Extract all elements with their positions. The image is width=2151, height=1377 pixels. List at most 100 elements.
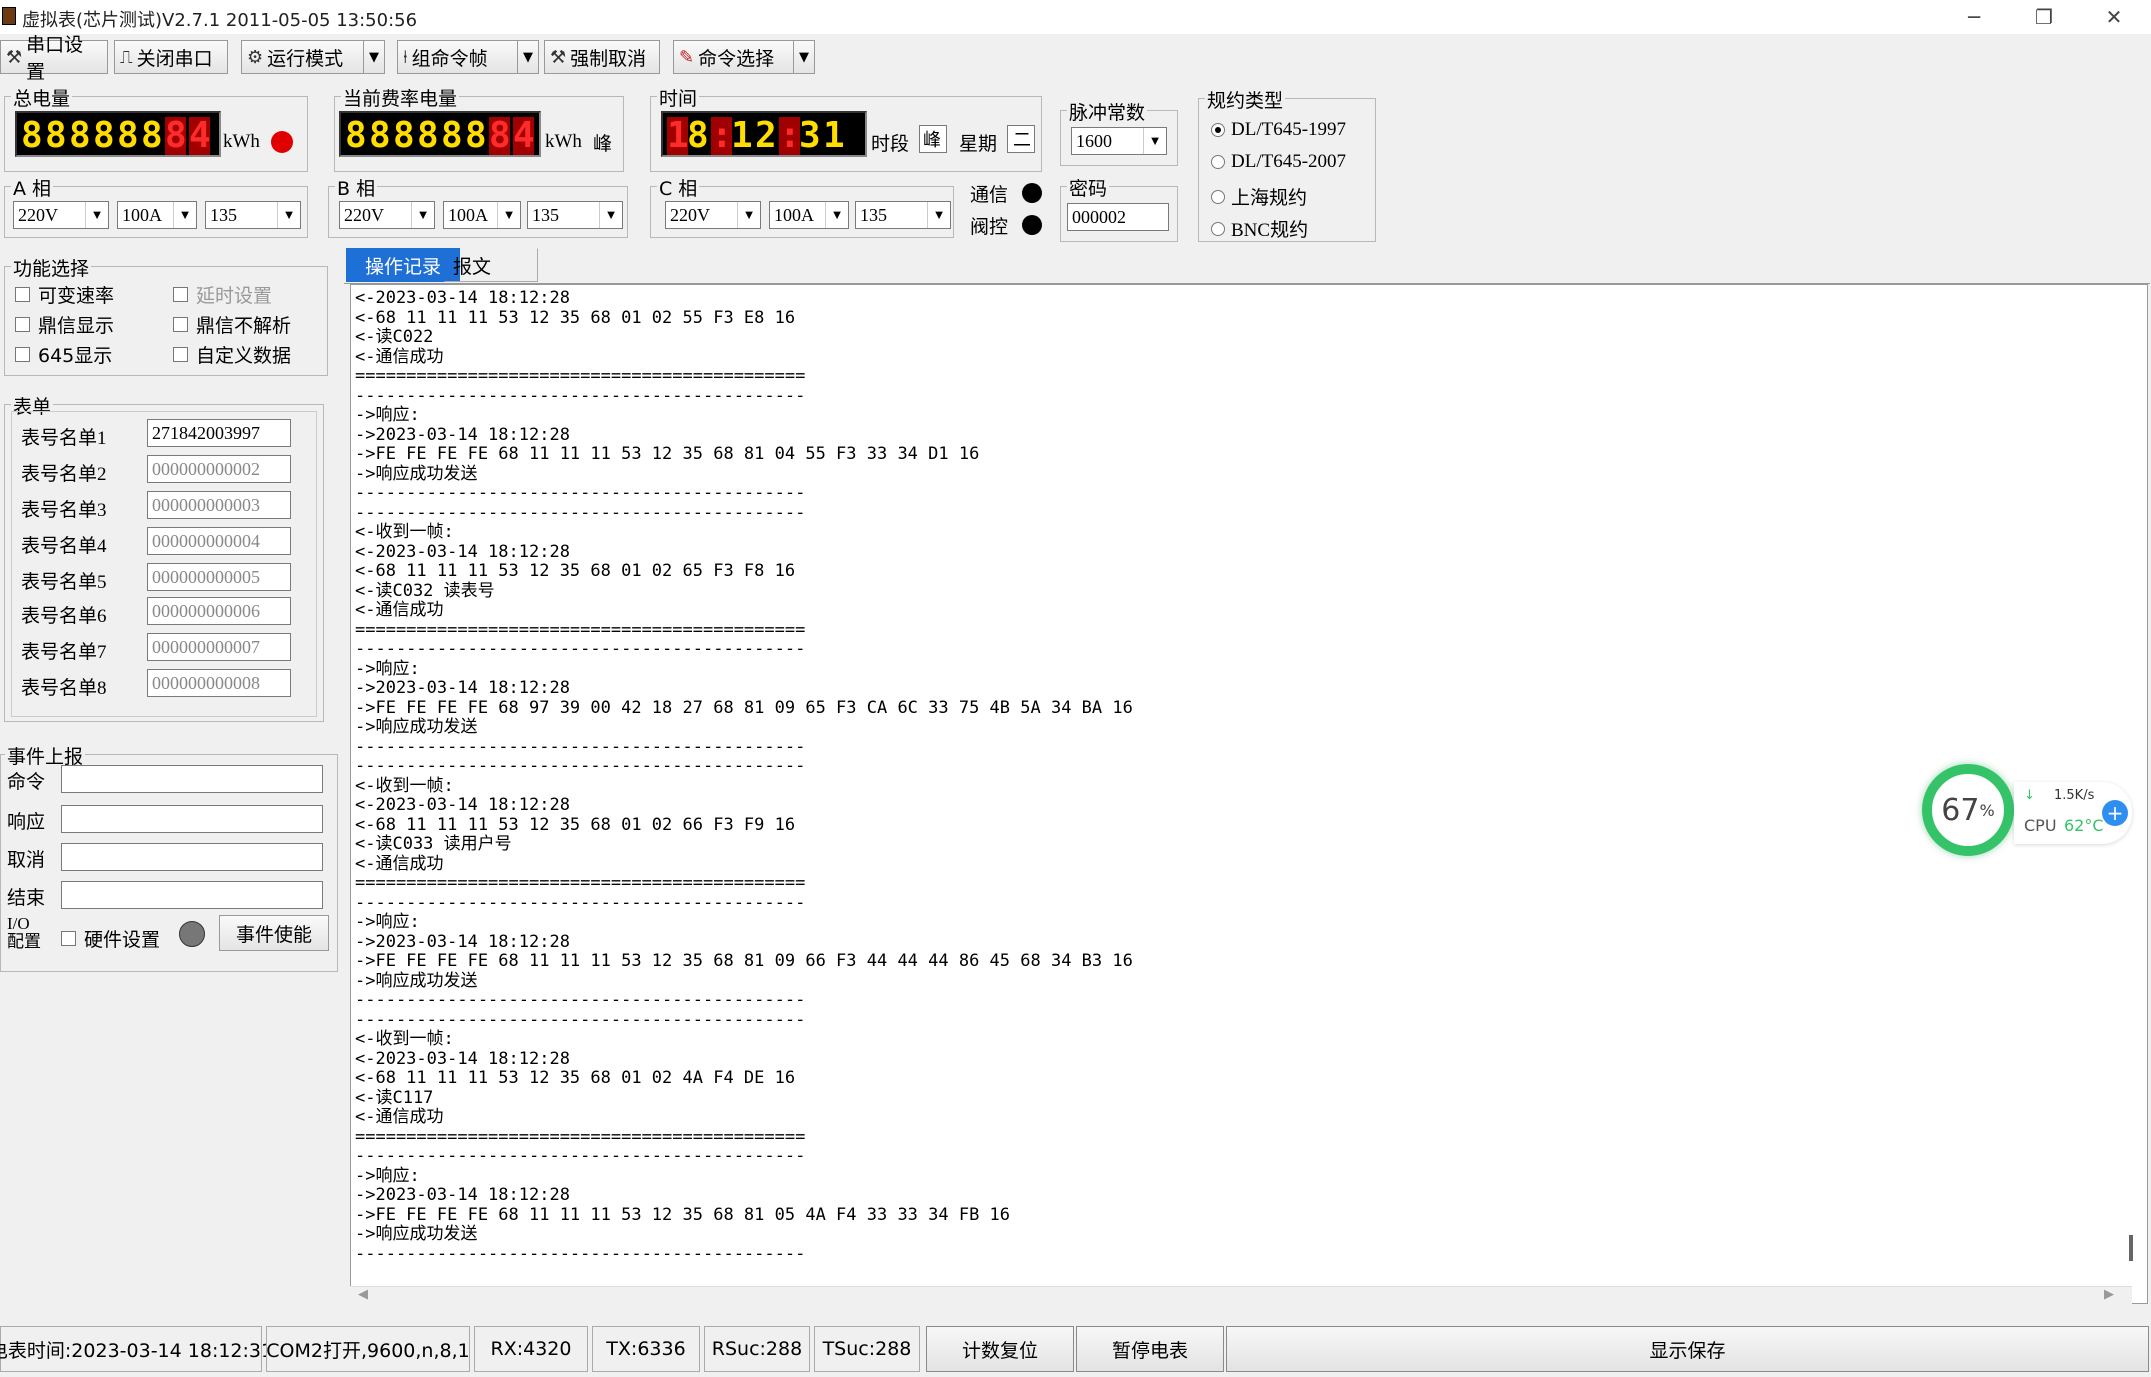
phase-c-voltage-select[interactable]: 220V ▼ — [665, 201, 761, 229]
log-line: <-68 11 11 11 53 12 35 68 01 02 66 F3 F9… — [355, 814, 796, 835]
delay-settings-checkbox: 延时设置 — [173, 281, 272, 308]
chevron-down-icon[interactable]: ▼ — [1143, 128, 1166, 154]
protocol-group: 规约类型 DL/T645-1997 DL/T645-2007 上海规约 BNC规… — [1198, 86, 1376, 242]
pulse-constant-select[interactable]: 1600 ▼ — [1071, 127, 1167, 155]
log-line: ----------------------------------------… — [355, 1243, 806, 1264]
restore-button[interactable]: ❐ — [2014, 0, 2074, 34]
chevron-down-icon[interactable]: ▼ — [927, 202, 950, 228]
scroll-right-icon[interactable]: ▶ — [2104, 1287, 2114, 1302]
log-line: <-收到一帧: — [355, 775, 454, 796]
protocol-option-shanghai[interactable]: 上海规约 — [1211, 183, 1307, 210]
tab-message[interactable]: 报文 — [444, 248, 538, 282]
chevron-down-icon[interactable]: ▼ — [497, 202, 520, 228]
checkbox-icon — [15, 287, 30, 302]
scroll-left-icon[interactable]: ◀ — [358, 1287, 368, 1302]
app-icon — [2, 7, 16, 25]
phase-b-voltage-select[interactable]: 220V ▼ — [339, 201, 435, 229]
meter-number-input-5[interactable]: 000000000005 — [147, 563, 291, 591]
display-save-button[interactable]: 显示保存 — [1226, 1326, 2149, 1372]
window-title: 虚拟表(芯片测试)V2.7.1 2011-05-05 13:50:56 — [22, 10, 418, 31]
chevron-down-icon[interactable]: ▼ — [793, 41, 809, 73]
run-mode-button[interactable]: ⚙ 运行模式 ▼ — [241, 40, 385, 74]
meter-label-5: 表号名单5 — [21, 572, 107, 593]
rate-period-label: 峰 — [593, 134, 613, 155]
log-line: ========================================… — [355, 366, 806, 386]
protocol-option-dlt645-2007[interactable]: DL/T645-2007 — [1211, 151, 1346, 173]
minimize-button[interactable]: ─ — [1944, 0, 2004, 34]
log-text: <-2023-03-14 18:12:28 <-68 11 11 11 53 12… — [355, 288, 1133, 1264]
tab-operation-log[interactable]: 操作记录 — [346, 248, 460, 282]
horizontal-scrollbar[interactable]: ◀ ▶ — [350, 1286, 2132, 1304]
meter-number-input-1[interactable]: 271842003997 — [147, 419, 291, 447]
valve-indicator — [1022, 215, 1042, 235]
force-cancel-button[interactable]: ⚒ 强制取消 — [544, 40, 660, 74]
event-end-label: 结束 — [7, 888, 46, 909]
toolbar: ⚒ 串口设置 ⎍ 关闭串口 ⚙ 运行模式 ▼ ⍿ 组命令帧 ▼ ⚒ 强制取消 ✎… — [0, 34, 2151, 83]
chevron-down-icon[interactable]: ▼ — [173, 202, 196, 228]
event-end-input[interactable] — [61, 881, 323, 909]
log-line: <-读C032 读表号 — [355, 580, 495, 601]
protocol-option-bnc[interactable]: BNC规约 — [1211, 215, 1308, 242]
hardware-settings-checkbox[interactable]: 硬件设置 — [61, 925, 160, 952]
event-command-input[interactable] — [61, 765, 323, 793]
cpu-monitor-widget[interactable]: 67% ↓ 1.5K/s CPU 62°C + — [1918, 764, 2138, 864]
pulse-constant-group: 脉冲常数 1600 ▼ — [1060, 98, 1178, 166]
cpu-label: CPU — [2024, 816, 2057, 835]
meter-number-input-6[interactable]: 000000000006 — [147, 597, 291, 625]
protocol-option-dlt645-1997[interactable]: DL/T645-1997 — [1211, 119, 1346, 141]
meter-number-input-7[interactable]: 000000000007 — [147, 633, 291, 661]
phase-b-angle-select[interactable]: 135 ▼ — [527, 201, 623, 229]
log-line: ->FE FE FE FE 68 97 39 00 42 18 27 68 81… — [355, 697, 1133, 718]
cpu-usage-ring: 67% — [1922, 764, 2014, 856]
rx-count: RX:4320 — [474, 1326, 588, 1372]
tab-bar: 操作记录 报文 — [344, 248, 2150, 284]
display-645-checkbox[interactable]: 645显示 — [15, 341, 112, 368]
pin-icon: ⍿ — [403, 46, 408, 68]
chevron-down-icon[interactable]: ▼ — [599, 202, 622, 228]
meter-label-2: 表号名单2 — [21, 464, 107, 485]
phase-c-angle-select[interactable]: 135 ▼ — [855, 201, 951, 229]
event-enable-button[interactable]: 事件使能 — [219, 915, 329, 951]
phase-b-current-select[interactable]: 100A ▼ — [443, 201, 521, 229]
meter-number-input-8[interactable]: 000000000008 — [147, 669, 291, 697]
operation-log[interactable]: <-2023-03-14 18:12:28 <-68 11 11 11 53 12… — [350, 284, 2148, 1304]
log-line: ----------------------------------------… — [355, 1146, 806, 1166]
port-status: COM2打开,9600,n,8,1 — [266, 1326, 470, 1372]
serial-settings-button[interactable]: ⚒ 串口设置 — [0, 34, 108, 83]
meter-number-input-3[interactable]: 000000000003 — [147, 491, 291, 519]
dingxin-no-parse-checkbox[interactable]: 鼎信不解析 — [173, 311, 291, 338]
compose-frame-button[interactable]: ⍿ 组命令帧 ▼ — [397, 40, 539, 74]
time-display: 18:12:31 — [661, 111, 867, 157]
comm-indicator — [1022, 183, 1042, 203]
event-response-input[interactable] — [61, 805, 323, 833]
phase-c-current-select[interactable]: 100A ▼ — [769, 201, 849, 229]
close-button[interactable]: ✕ — [2084, 0, 2144, 34]
dingxin-display-checkbox[interactable]: 鼎信显示 — [15, 311, 114, 338]
chevron-down-icon[interactable]: ▼ — [411, 202, 434, 228]
valve-label: 阀控 — [970, 217, 1009, 238]
custom-data-checkbox[interactable]: 自定义数据 — [173, 341, 291, 368]
password-input[interactable]: 000002 — [1067, 203, 1169, 231]
command-select-button[interactable]: ✎ 命令选择 ▼ — [673, 40, 815, 74]
chevron-down-icon[interactable]: ▼ — [737, 202, 760, 228]
chevron-down-icon[interactable]: ▼ — [363, 41, 379, 73]
meter-number-input-2[interactable]: 000000000002 — [147, 455, 291, 483]
variable-rate-checkbox[interactable]: 可变速率 — [15, 281, 114, 308]
plus-icon[interactable]: + — [2102, 800, 2128, 826]
vertical-scrollbar-thumb[interactable] — [2129, 1235, 2133, 1261]
chevron-down-icon[interactable]: ▼ — [825, 202, 848, 228]
pause-meter-button[interactable]: 暂停电表 — [1076, 1326, 1224, 1372]
event-cancel-input[interactable] — [61, 843, 323, 871]
io-config-label-line1: I/O — [7, 914, 30, 933]
chevron-down-icon[interactable]: ▼ — [517, 41, 533, 73]
close-serial-button[interactable]: ⎍ 关闭串口 — [114, 40, 228, 74]
reset-count-button[interactable]: 计数复位 — [926, 1326, 1074, 1372]
event-response-label: 响应 — [7, 812, 46, 833]
phase-a-current-select[interactable]: 100A ▼ — [117, 201, 197, 229]
period-label: 时段 — [871, 134, 910, 155]
phase-a-angle-select[interactable]: 135 ▼ — [205, 201, 301, 229]
chevron-down-icon[interactable]: ▼ — [277, 202, 300, 228]
chevron-down-icon[interactable]: ▼ — [85, 202, 108, 228]
phase-a-voltage-select[interactable]: 220V ▼ — [13, 201, 109, 229]
meter-number-input-4[interactable]: 000000000004 — [147, 527, 291, 555]
